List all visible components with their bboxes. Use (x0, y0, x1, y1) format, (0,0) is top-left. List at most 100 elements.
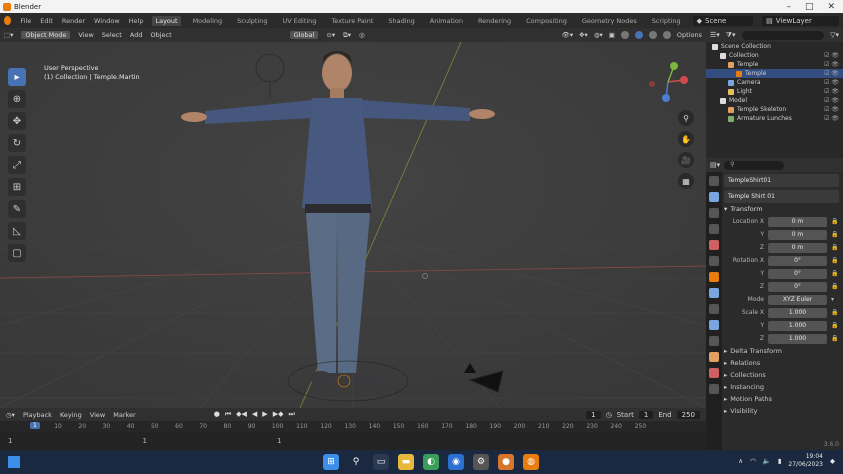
wifi-icon[interactable]: ◠ (750, 457, 756, 465)
property-section-header[interactable]: ▸ Instancing (724, 381, 839, 393)
search-icon[interactable]: ⚲ (348, 454, 364, 470)
prev-keyframe-icon[interactable]: ◆◀ (236, 410, 247, 419)
workspace-tab-texture-paint[interactable]: Texture Paint (328, 16, 376, 26)
lock-icon[interactable]: 🔒 (831, 231, 839, 238)
timeline-menu-view[interactable]: View (90, 411, 105, 419)
property-section-header[interactable]: ▸ Relations (724, 357, 839, 369)
overlay-toggle-icon[interactable]: ◍▾ (594, 31, 603, 39)
play-icon[interactable]: ▶ (262, 410, 267, 419)
visibility-toggle-icon[interactable]: ☑ 👁 (824, 88, 843, 95)
workspace-tab-rendering[interactable]: Rendering (475, 16, 514, 26)
lock-icon[interactable]: 🔒 (831, 309, 839, 316)
object-name-field[interactable]: TempleShirt01 (724, 174, 839, 187)
outliner-search-input[interactable] (741, 30, 825, 40)
outliner-row[interactable]: Temple ☑ 👁 (706, 69, 843, 78)
scene-tab-icon[interactable] (709, 240, 719, 250)
workspace-tab-compositing[interactable]: Compositing (523, 16, 570, 26)
tool-tab-icon[interactable] (709, 176, 719, 186)
output-tab-icon[interactable] (709, 208, 719, 218)
timeline-menu-keying[interactable]: Keying (60, 411, 82, 419)
visibility-icon[interactable]: 👁▾ (562, 31, 574, 39)
file-explorer-icon[interactable]: ▬ (398, 454, 414, 470)
workspace-tab-uv-editing[interactable]: UV Editing (280, 16, 320, 26)
scale-y-field[interactable]: 1.000 (768, 320, 827, 331)
transform-section-header[interactable]: ▾ Transform (724, 203, 839, 215)
browser-icon[interactable]: ◐ (423, 454, 439, 470)
move-tool-icon[interactable]: ✥ (8, 112, 26, 130)
next-keyframe-icon[interactable]: ▶◆ (273, 410, 284, 419)
location-y-field[interactable]: 0 m (768, 229, 827, 240)
rotation-z-field[interactable]: 0° (768, 281, 827, 292)
workspace-tab-layout[interactable]: Layout (152, 15, 181, 26)
battery-icon[interactable]: ▮ (778, 457, 782, 465)
add-cube-tool-icon[interactable]: ▢ (8, 244, 26, 262)
proportional-edit-icon[interactable]: ◎ (359, 31, 365, 39)
cursor-tool-icon[interactable]: ⊕ (8, 90, 26, 108)
windows-logo-icon[interactable]: ⊞ (323, 454, 339, 470)
blender-menu-icon[interactable] (4, 16, 12, 25)
current-frame-indicator[interactable]: 1 (30, 422, 40, 429)
texture-tab-icon[interactable] (709, 384, 719, 394)
visibility-toggle-icon[interactable]: ☑ 👁 (824, 52, 843, 59)
property-section-header[interactable]: ▸ Delta Transform (724, 345, 839, 357)
outliner-row[interactable]: Camera ☑ 👁 (706, 78, 843, 87)
tray-chevron-icon[interactable]: ∧ (738, 457, 743, 465)
outliner-filter-icon[interactable]: ⧩▾ (726, 31, 736, 40)
viewport-menu-object[interactable]: Object (150, 31, 171, 39)
visibility-toggle-icon[interactable]: ☑ 👁 (824, 97, 843, 104)
editor-type-icon[interactable]: ⬚▾ (4, 31, 13, 39)
property-section-header[interactable]: ▸ Collections (724, 369, 839, 381)
particles-tab-icon[interactable] (709, 304, 719, 314)
rotation-mode-dropdown[interactable]: XYZ Euler (768, 294, 827, 305)
annotate-tool-icon[interactable]: ✎ (8, 200, 26, 218)
lock-icon[interactable]: 🔒 (831, 283, 839, 290)
pivot-icon[interactable]: ⊙▾ (326, 31, 335, 39)
outliner-row[interactable]: Light ☑ 👁 (706, 87, 843, 96)
rotation-x-field[interactable]: 0° (768, 255, 827, 266)
perspective-toggle-icon[interactable]: ▦ (678, 173, 694, 189)
settings-icon[interactable]: ⚙ (473, 454, 489, 470)
menu-edit[interactable]: Edit (40, 17, 53, 25)
firefox-icon[interactable]: ● (498, 454, 514, 470)
physics-tab-icon[interactable] (709, 320, 719, 330)
object-mode-dropdown[interactable]: Object Mode (21, 31, 71, 39)
menu-window[interactable]: Window (94, 17, 120, 25)
visibility-toggle-icon[interactable]: ☑ 👁 (824, 61, 843, 68)
close-button[interactable]: ✕ (827, 2, 835, 12)
material-tab-icon[interactable] (709, 368, 719, 378)
rotate-tool-icon[interactable]: ↻ (8, 134, 26, 152)
mesh-name-field[interactable]: Temple Shirt 01 (724, 190, 839, 203)
measure-tool-icon[interactable]: ◺ (8, 222, 26, 240)
outliner-funnel-icon[interactable]: ▽▾ (830, 31, 839, 39)
rotation-y-field[interactable]: 0° (768, 268, 827, 279)
workspace-tab-geometry-nodes[interactable]: Geometry Nodes (579, 16, 640, 26)
outliner-row[interactable]: Temple ☑ 👁 (706, 60, 843, 69)
timeline-editor-type-icon[interactable]: ◷▾ (6, 411, 15, 419)
viewport-menu-view[interactable]: View (78, 31, 93, 39)
navigation-gizmo[interactable] (644, 58, 692, 106)
camera-view-icon[interactable]: 🎥 (678, 152, 694, 168)
wireframe-shading-icon[interactable] (620, 31, 629, 39)
scale-tool-icon[interactable]: ⤢ (8, 156, 26, 174)
jump-start-icon[interactable]: ⏮ (225, 410, 231, 419)
view-layer-selector[interactable]: ▤ ViewLayer (762, 15, 839, 26)
timeline-menu-marker[interactable]: Marker (113, 411, 135, 419)
lock-icon[interactable]: 🔒 (831, 270, 839, 277)
current-frame-field[interactable]: 1 (586, 410, 601, 419)
edge-icon[interactable]: ◉ (448, 454, 464, 470)
lock-icon[interactable]: 🔒 (831, 244, 839, 251)
lock-icon[interactable]: 🔒 (831, 218, 839, 225)
viewport-menu-add[interactable]: Add (130, 31, 143, 39)
menu-help[interactable]: Help (129, 17, 144, 25)
menu-file[interactable]: File (20, 17, 31, 25)
jump-end-icon[interactable]: ⏭ (288, 410, 294, 419)
outliner-editor-icon[interactable]: ☰▾ (710, 31, 720, 39)
windows-start-icon[interactable] (8, 456, 20, 468)
outliner-row[interactable]: Temple Skeleton ☑ 👁 (706, 105, 843, 114)
modifier-tab-icon[interactable] (709, 288, 719, 298)
workspace-tab-scripting[interactable]: Scripting (649, 16, 684, 26)
property-section-header[interactable]: ▸ Motion Paths (724, 393, 839, 405)
clock[interactable]: 19:04 27/06/2023 (788, 453, 823, 469)
viewport-menu-select[interactable]: Select (102, 31, 122, 39)
snap-icon[interactable]: ⧉▾ (343, 31, 351, 40)
